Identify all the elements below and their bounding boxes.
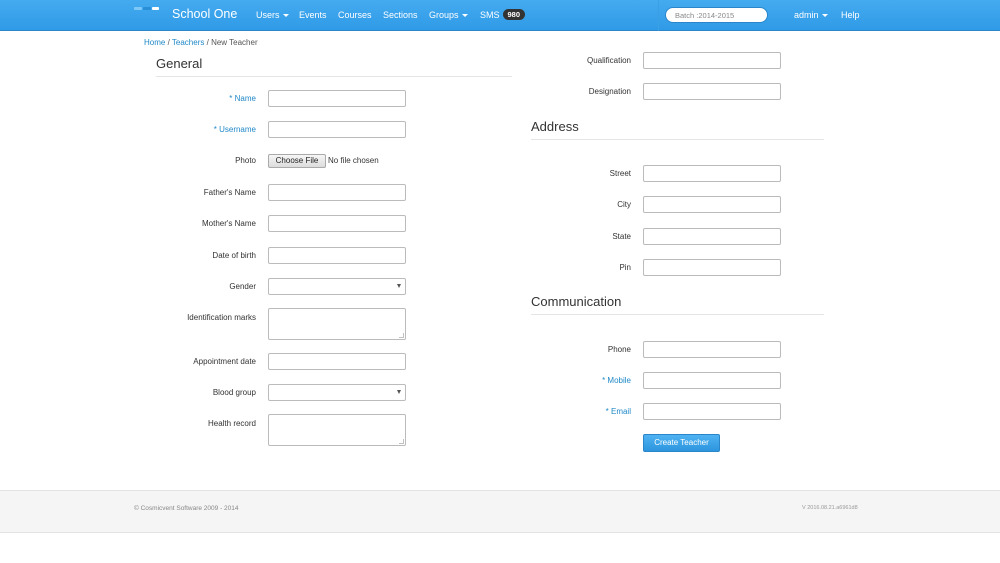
breadcrumb-current: New Teacher — [211, 38, 258, 47]
caret-down-icon — [821, 14, 828, 18]
section-title-general: General — [156, 56, 203, 71]
pin-input[interactable] — [643, 259, 781, 276]
street-input[interactable] — [643, 165, 781, 182]
phone-label: Phone — [607, 345, 631, 354]
choose-file-button[interactable]: Choose File — [268, 154, 326, 168]
required-marker: * — [213, 125, 217, 134]
nav-admin-menu[interactable]: admin — [794, 10, 828, 20]
mobile-label: * Mobile — [491, 376, 631, 385]
brand-name[interactable]: School One — [172, 7, 237, 21]
mother-name-label: Mother's Name — [202, 219, 256, 228]
nav-admin-label: admin — [794, 10, 819, 20]
state-label: State — [612, 232, 631, 241]
appointment-date-input[interactable] — [268, 353, 406, 370]
section-divider — [531, 314, 824, 315]
appointment-date-label: Appointment date — [193, 357, 256, 366]
required-marker: * — [229, 94, 233, 103]
email-label: * Email — [491, 407, 631, 416]
name-label-text: Name — [234, 94, 256, 103]
designation-label: Designation — [588, 87, 631, 96]
blood-group-label: Blood group — [212, 388, 256, 397]
required-marker: * — [602, 376, 606, 385]
qualification-label: Qualification — [586, 56, 631, 65]
email-input[interactable] — [643, 403, 781, 420]
nav-sections-label: Sections — [383, 10, 418, 20]
navbar-divider — [658, 0, 659, 31]
father-name-input[interactable] — [268, 184, 406, 201]
name-input[interactable] — [268, 90, 406, 107]
city-input[interactable] — [643, 196, 781, 213]
navbar: School One Users Events Courses Sections… — [0, 0, 1000, 31]
section-divider — [156, 76, 512, 77]
nav-groups-label: Groups — [429, 10, 459, 20]
health-record-textarea[interactable] — [268, 414, 406, 446]
photo-label: Photo — [235, 156, 256, 165]
dropdown-arrow-icon — [397, 390, 401, 394]
version-text: V 2016.08.21.a6961d8 — [802, 505, 858, 511]
create-teacher-button[interactable]: Create Teacher — [643, 434, 720, 452]
breadcrumb-teachers-link[interactable]: Teachers — [172, 38, 204, 47]
designation-input[interactable] — [643, 83, 781, 100]
nav-users[interactable]: Users — [256, 10, 289, 20]
dropdown-arrow-icon — [397, 284, 401, 288]
required-marker: * — [605, 407, 609, 416]
gender-select[interactable] — [268, 278, 406, 295]
breadcrumb: Home / Teachers / New Teacher — [144, 38, 258, 47]
section-title-address: Address — [531, 119, 579, 134]
section-divider — [531, 139, 824, 140]
pin-label: Pin — [619, 263, 631, 272]
nav-courses-label: Courses — [338, 10, 372, 20]
dob-label: Date of birth — [212, 251, 256, 260]
mobile-label-text: Mobile — [607, 376, 631, 385]
logo-bar-1 — [134, 7, 142, 10]
batch-search-input[interactable] — [665, 7, 768, 23]
nav-help-label: Help — [841, 10, 860, 20]
section-title-communication: Communication — [531, 294, 622, 309]
city-label: City — [617, 200, 631, 209]
username-input[interactable] — [268, 121, 406, 138]
street-label: Street — [609, 169, 631, 178]
nav-sms-label: SMS — [480, 10, 500, 20]
username-label-text: Username — [219, 125, 256, 134]
logo-bar-3 — [152, 7, 159, 10]
copyright-text: © Cosmicvent Software 2009 - 2014 — [134, 505, 239, 512]
breadcrumb-separator: / — [167, 38, 170, 47]
caret-down-icon — [282, 14, 289, 18]
health-record-label: Health record — [207, 419, 256, 428]
nav-help[interactable]: Help — [841, 10, 860, 20]
sms-count-badge: 980 — [502, 9, 526, 20]
qualification-input[interactable] — [643, 52, 781, 69]
username-label: * Username — [116, 125, 256, 134]
mother-name-input[interactable] — [268, 215, 406, 232]
breadcrumb-separator: / — [206, 38, 209, 47]
phone-input[interactable] — [643, 341, 781, 358]
school-logo — [134, 7, 160, 12]
nav-courses[interactable]: Courses — [338, 10, 372, 20]
nav-events-label: Events — [299, 10, 327, 20]
nav-groups[interactable]: Groups — [429, 10, 468, 20]
caret-down-icon — [461, 14, 468, 18]
breadcrumb-home-link[interactable]: Home — [144, 38, 165, 47]
gender-label: Gender — [229, 282, 256, 291]
nav-sections[interactable]: Sections — [383, 10, 418, 20]
email-label-text: Email — [610, 407, 631, 416]
identification-marks-label: Identification marks — [187, 313, 256, 322]
logo-bar-2 — [143, 7, 151, 10]
identification-marks-textarea[interactable] — [268, 308, 406, 340]
name-label: * Name — [116, 94, 256, 103]
resize-handle-icon[interactable] — [399, 439, 404, 444]
resize-handle-icon[interactable] — [399, 333, 404, 338]
mobile-input[interactable] — [643, 372, 781, 389]
nav-sms[interactable]: SMS 980 — [480, 9, 526, 20]
nav-users-label: Users — [256, 10, 280, 20]
father-name-label: Father's Name — [203, 188, 256, 197]
file-status-text: No file chosen — [328, 156, 379, 165]
nav-events[interactable]: Events — [299, 10, 327, 20]
blood-group-select[interactable] — [268, 384, 406, 401]
dob-input[interactable] — [268, 247, 406, 264]
state-input[interactable] — [643, 228, 781, 245]
